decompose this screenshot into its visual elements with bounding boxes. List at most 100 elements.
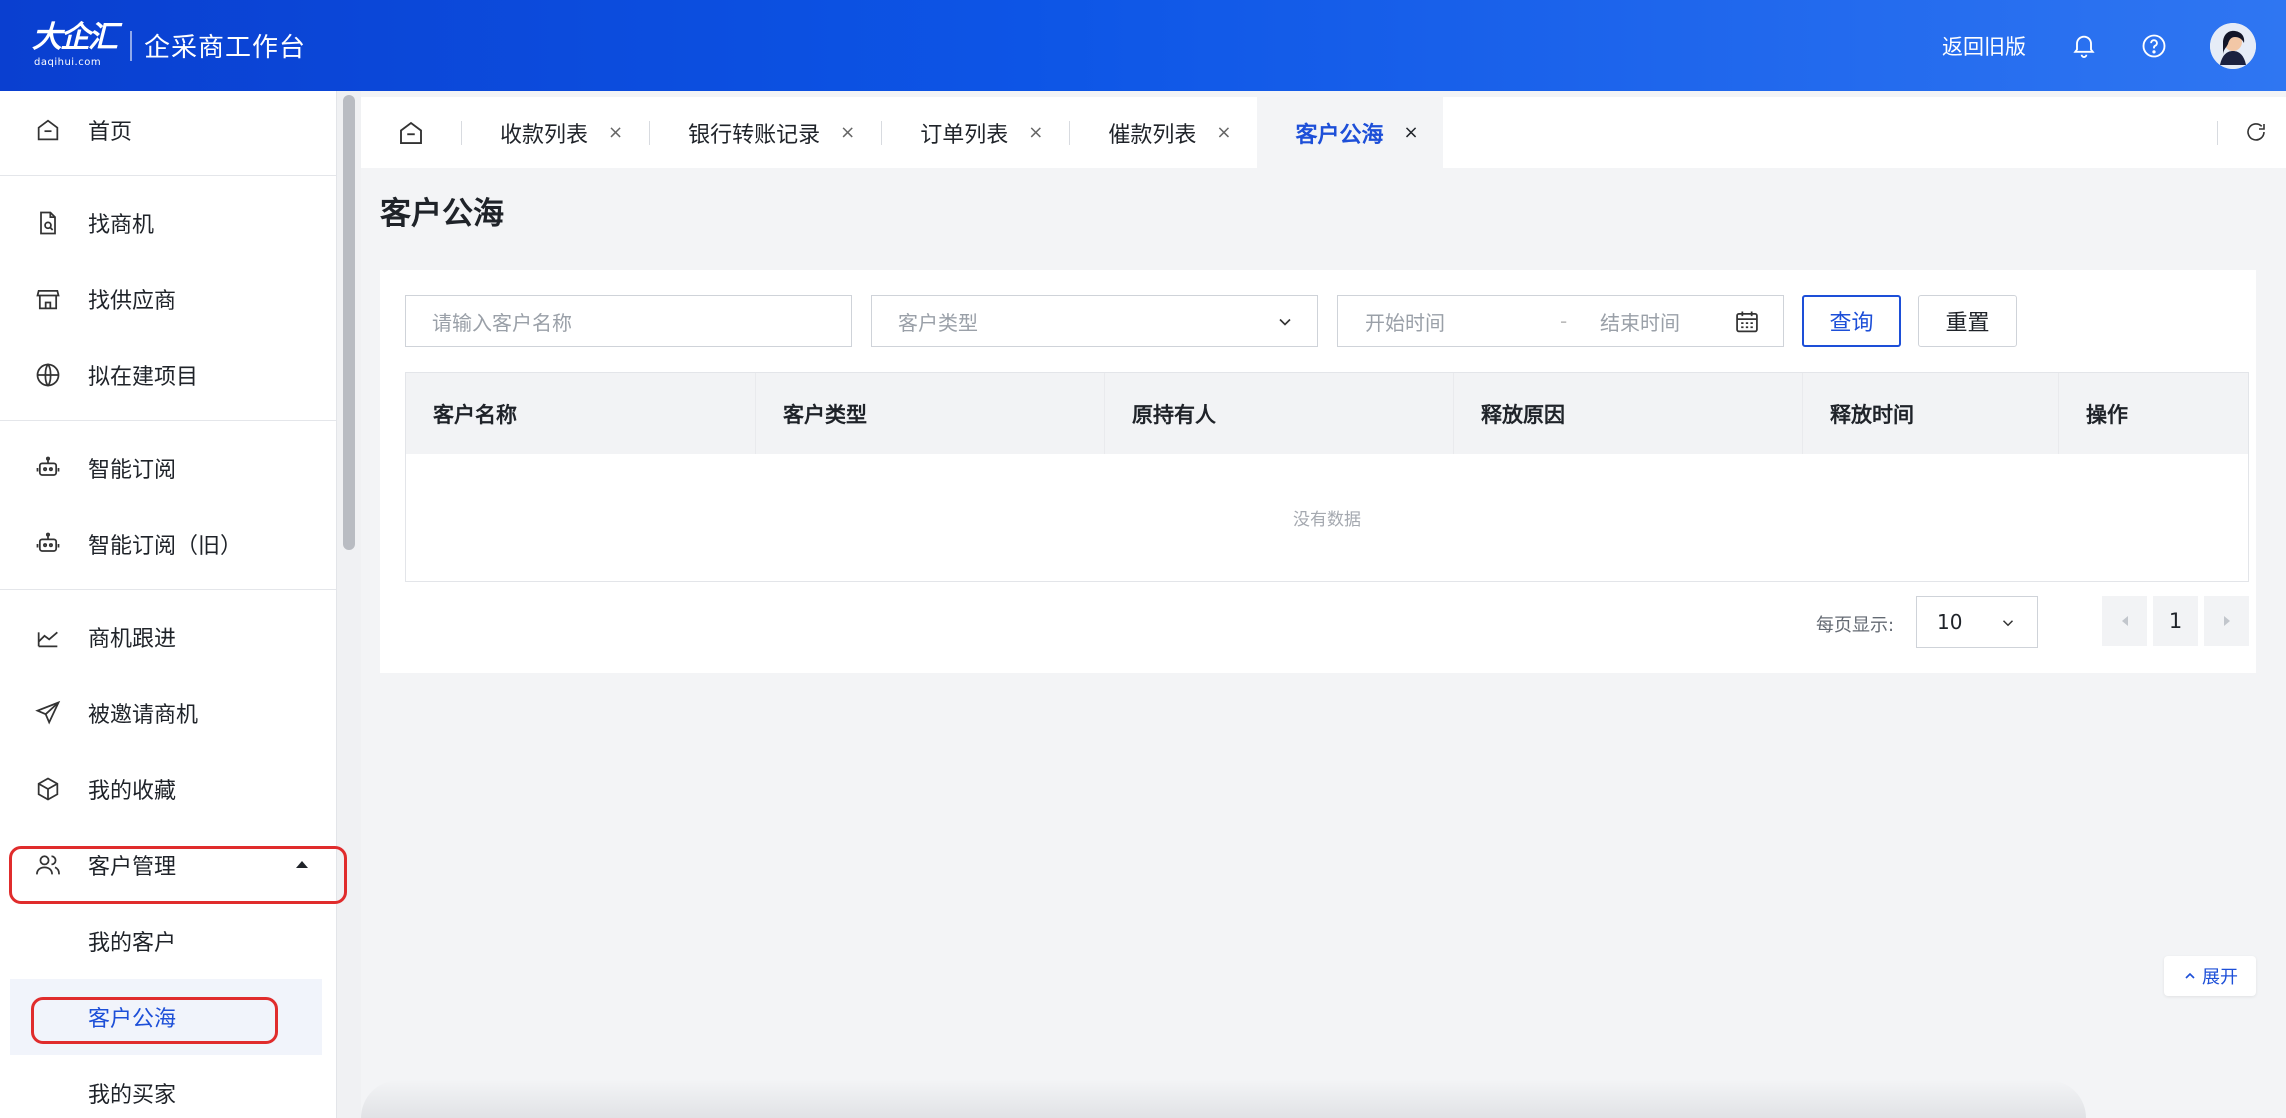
sidebar-item-my-customers[interactable]: 我的客户	[0, 903, 336, 979]
sidebar-item-label: 拟在建项目	[88, 365, 199, 390]
column-header-customer-type[interactable]: 客户类型	[755, 373, 1104, 454]
next-page-button[interactable]	[2204, 596, 2249, 646]
date-separator: -	[1560, 309, 1568, 333]
sidebar-scrollbar[interactable]	[343, 95, 355, 550]
sidebar-item-label: 找供应商	[88, 289, 177, 314]
sidebar-item-label: 商机跟进	[88, 627, 177, 652]
tab-label: 订单列表	[920, 122, 1009, 148]
close-icon[interactable]: ×	[608, 122, 623, 143]
page-number-button[interactable]: 1	[2153, 596, 2198, 646]
sidebar-divider	[0, 589, 336, 590]
sidebar-item-home[interactable]: 首页	[0, 92, 336, 168]
tab-label: 客户公海	[1295, 122, 1384, 148]
tab-divider	[2217, 121, 2218, 145]
top-header: 大企汇 daqihui.com 企采商工作台 返回旧版	[0, 0, 2286, 91]
back-old-version-link[interactable]: 返回旧版	[1942, 31, 2026, 61]
column-header-original-owner[interactable]: 原持有人	[1104, 373, 1453, 454]
query-button[interactable]: 查询	[1802, 295, 1901, 347]
page-size-label: 每页显示:	[1816, 615, 1895, 636]
tab-customer-pool[interactable]: 客户公海 ×	[1257, 97, 1443, 168]
brand: 大企汇 daqihui.com 企采商工作台	[32, 21, 307, 70]
chart-icon	[34, 623, 62, 651]
users-icon	[34, 851, 62, 879]
robot-icon	[34, 530, 62, 558]
sidebar-item-label: 我的收藏	[88, 779, 177, 804]
close-icon[interactable]: ×	[1403, 122, 1418, 143]
table-header: 客户名称 客户类型 原持有人 释放原因 释放时间 操作	[406, 373, 2248, 454]
sidebar-divider	[0, 175, 336, 176]
store-icon	[34, 285, 62, 313]
bell-icon[interactable]	[2070, 32, 2098, 60]
close-icon[interactable]: ×	[1028, 122, 1043, 143]
caret-up-icon	[296, 861, 308, 868]
tab-home[interactable]	[361, 97, 461, 168]
column-header-customer-name[interactable]: 客户名称	[406, 373, 755, 454]
placeholder: 客户类型	[898, 310, 978, 335]
close-icon[interactable]: ×	[1216, 122, 1231, 143]
column-header-release-reason[interactable]: 释放原因	[1453, 373, 1802, 454]
customer-type-select[interactable]: 客户类型	[871, 295, 1318, 347]
customer-name-input[interactable]: 请输入客户名称	[405, 295, 852, 347]
tab-bank-transfer-records[interactable]: 银行转账记录 ×	[650, 97, 881, 168]
header-actions: 返回旧版	[1942, 22, 2256, 69]
home-icon	[34, 116, 62, 144]
start-date-input[interactable]: 开始时间	[1365, 307, 1445, 336]
chevron-up-icon	[2182, 968, 2198, 984]
app-title: 企采商工作台	[144, 33, 307, 63]
sidebar-item-customer-management[interactable]: 客户管理	[0, 827, 336, 903]
sidebar-item-label: 客户管理	[88, 855, 177, 880]
sidebar-item-customer-pool[interactable]: 客户公海	[10, 979, 322, 1055]
refresh-icon[interactable]	[2244, 120, 2268, 144]
sidebar-divider	[0, 420, 336, 421]
tab-payment-list[interactable]: 收款列表 ×	[462, 97, 649, 168]
sidebar-item-opportunity-followup[interactable]: 商机跟进	[0, 599, 336, 675]
sidebar-item-find-supplier[interactable]: 找供应商	[0, 261, 336, 337]
expand-button[interactable]: 展开	[2164, 956, 2256, 996]
empty-state: 没有数据	[1293, 510, 1361, 530]
tab-order-list[interactable]: 订单列表 ×	[882, 97, 1069, 168]
cube-icon	[34, 775, 62, 803]
tab-dunning-list[interactable]: 催款列表 ×	[1070, 97, 1257, 168]
column-header-release-time[interactable]: 释放时间	[1802, 373, 2058, 454]
tab-label: 收款列表	[500, 122, 589, 148]
sidebar-item-planned-projects[interactable]: 拟在建项目	[0, 337, 336, 413]
logo[interactable]: 大企汇 daqihui.com	[32, 21, 118, 70]
end-date-input[interactable]: 结束时间	[1600, 307, 1680, 336]
sidebar-item-smart-subscription[interactable]: 智能订阅	[0, 430, 336, 506]
reset-button[interactable]: 重置	[1918, 295, 2017, 347]
sidebar-item-label: 我的买家	[88, 1083, 177, 1108]
sidebar-item-favorites[interactable]: 我的收藏	[0, 751, 336, 827]
chevron-down-icon	[1275, 312, 1295, 332]
caret-left-icon	[2121, 616, 2128, 626]
date-range-picker[interactable]: 开始时间 - 结束时间	[1337, 295, 1784, 347]
sidebar-item-invited-opportunities[interactable]: 被邀请商机	[0, 675, 336, 751]
placeholder: 请输入客户名称	[432, 310, 572, 335]
sidebar-item-label: 智能订阅（旧）	[88, 534, 243, 559]
calendar-icon[interactable]	[1733, 308, 1761, 336]
window-shadow	[361, 1080, 2086, 1118]
sidebar-item-smart-subscription-old[interactable]: 智能订阅（旧）	[0, 506, 336, 582]
help-icon[interactable]	[2140, 32, 2168, 60]
prev-page-button[interactable]	[2102, 596, 2147, 646]
chevron-down-icon	[1999, 614, 2017, 632]
expand-label: 展开	[2202, 967, 2238, 988]
sidebar-item-label: 智能订阅	[88, 458, 177, 483]
globe-icon	[34, 361, 62, 389]
close-icon[interactable]: ×	[840, 122, 855, 143]
sidebar-item-label: 我的客户	[88, 931, 177, 956]
sidebar-item-my-buyers[interactable]: 我的买家	[0, 1055, 336, 1118]
sidebar-item-label: 找商机	[88, 213, 155, 238]
page-size-select[interactable]: 10	[1916, 596, 2038, 648]
sidebar-item-label: 客户公海	[88, 1007, 177, 1032]
sidebar-item-label: 被邀请商机	[88, 703, 199, 728]
logo-subtext: daqihui.com	[34, 56, 102, 68]
home-icon	[396, 118, 426, 148]
caret-right-icon	[2223, 616, 2230, 626]
tab-bar: 收款列表 × 银行转账记录 × 订单列表 × 催款列表 × 客户公海 ×	[361, 97, 2286, 168]
tab-label: 催款列表	[1108, 122, 1197, 148]
sidebar-item-label: 首页	[88, 120, 133, 145]
avatar[interactable]	[2210, 22, 2256, 69]
page-size-value: 10	[1937, 610, 1963, 634]
sidebar-item-find-opportunity[interactable]: 找商机	[0, 185, 336, 261]
column-header-actions: 操作	[2058, 373, 2248, 454]
